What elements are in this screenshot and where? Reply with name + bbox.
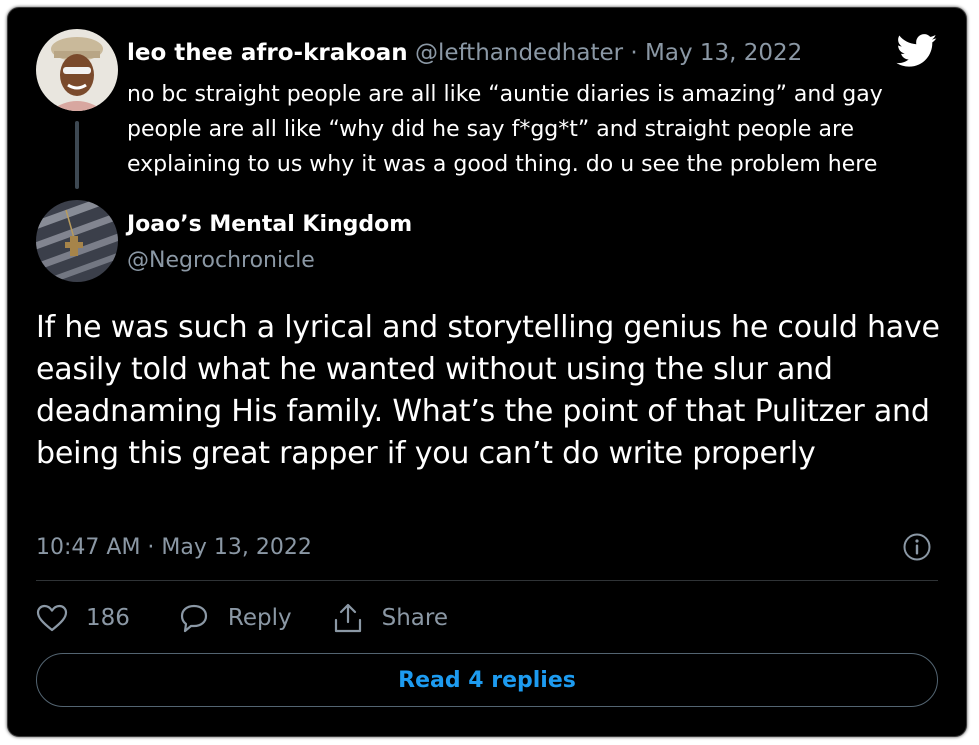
tweet-embed-card: leo thee afro-krakoan @lefthandedhater ·… (7, 7, 967, 737)
read-replies-button[interactable]: Read 4 replies (36, 653, 938, 707)
parent-author-avatar[interactable] (36, 29, 118, 111)
reply-author-avatar[interactable] (36, 200, 118, 282)
action-bar: 186 Reply Share (36, 600, 448, 636)
share-button[interactable]: Share (332, 602, 448, 634)
parent-tweet-header: leo thee afro-krakoan @lefthandedhater ·… (127, 39, 802, 67)
twitter-bird-icon[interactable] (896, 34, 938, 68)
header-separator: · (630, 40, 638, 66)
share-icon (334, 603, 361, 633)
reply-author-name[interactable]: Joao’s Mental Kingdom (127, 211, 412, 239)
parent-author-name[interactable]: leo thee afro-krakoan (127, 40, 408, 66)
parent-tweet-date[interactable]: May 13, 2022 (645, 40, 802, 66)
reply-button[interactable]: Reply (178, 603, 292, 633)
reply-tweet-text: If he was such a lyrical and storytellin… (36, 310, 940, 471)
speech-bubble-icon (180, 604, 208, 633)
thread-connector-line (75, 121, 79, 189)
reply-label: Reply (227, 605, 292, 631)
share-label: Share (381, 605, 448, 631)
heart-icon (36, 604, 68, 632)
divider (36, 580, 938, 581)
reply-tweet-timestamp[interactable]: 10:47 AM · May 13, 2022 (36, 534, 312, 562)
like-count: 186 (86, 605, 130, 631)
info-icon[interactable] (902, 532, 932, 562)
like-button[interactable]: 186 (36, 604, 130, 632)
parent-tweet-text: no bc straight people are all like “aunt… (127, 82, 883, 177)
reply-author-handle[interactable]: @Negrochronicle (127, 247, 315, 275)
parent-author-handle[interactable]: @lefthandedhater (415, 40, 623, 66)
